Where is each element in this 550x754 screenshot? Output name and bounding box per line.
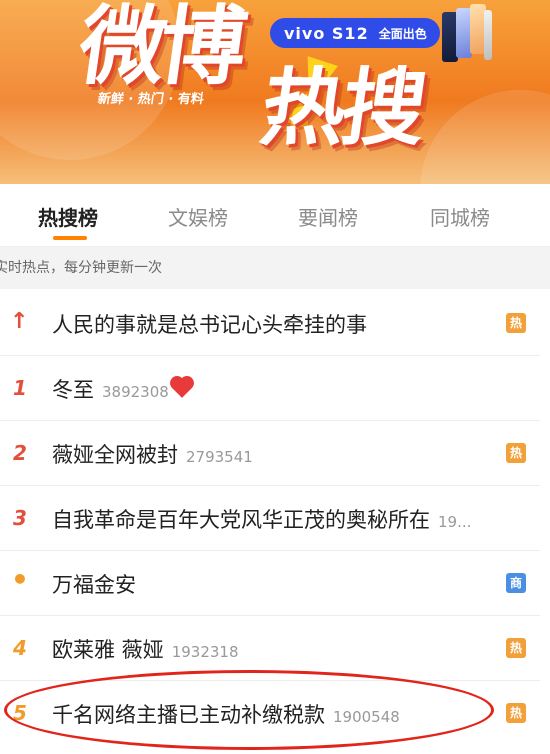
ad-banner[interactable]: vivo S12 全面出色 — [270, 18, 440, 48]
rank-number: 2 — [13, 441, 27, 465]
tab-entertainment[interactable]: 文娱榜 — [168, 202, 228, 231]
list-item[interactable]: 4 欧莱雅 薇娅 1932318 热 — [0, 616, 540, 681]
hot-badge: 热 — [506, 443, 526, 463]
heat-count: 3892308 — [102, 383, 169, 401]
phone-image — [484, 10, 492, 60]
tab-local[interactable]: 同城榜 — [430, 202, 490, 231]
banner-decoration — [420, 90, 550, 184]
heart-icon — [171, 378, 192, 398]
heat-count: 19... — [438, 513, 472, 531]
list-item[interactable]: 3 自我革命是百年大党风华正茂的奥秘所在 19... — [0, 486, 540, 551]
list-item[interactable]: 5 千名网络主播已主动补缴税款 1900548 热 — [0, 681, 540, 745]
hot-badge: 热 — [506, 638, 526, 658]
update-notice-text: 实时热点，每分钟更新一次 — [0, 260, 162, 276]
update-notice: 实时热点，每分钟更新一次 — [0, 247, 550, 289]
rank-number: 5 — [13, 701, 27, 725]
ad-badge: 商 — [506, 573, 526, 593]
ad-slogan: 全面出色 — [378, 26, 427, 41]
list-item[interactable]: 1 冬至 3892308 — [0, 356, 540, 421]
topic-title: 千名网络主播已主动补缴税款 1900548 — [52, 703, 400, 727]
hot-badge: 热 — [506, 313, 526, 333]
tab-news[interactable]: 要闻榜 — [298, 202, 358, 231]
banner-tagline: 新鲜 · 热门 · 有料 — [96, 92, 205, 107]
heat-count: 1900548 — [333, 708, 400, 726]
promoted-dot: • — [11, 563, 29, 596]
heat-count: 2793541 — [186, 448, 253, 466]
hot-badge: 热 — [506, 703, 526, 723]
tab-hot-search[interactable]: 热搜榜 — [38, 202, 98, 231]
rank-number: 4 — [13, 636, 27, 660]
topic-title: 薇娅全网被封 2793541 — [52, 443, 253, 467]
topic-title: 欧莱雅 薇娅 1932318 — [52, 638, 239, 662]
rank-number: 1 — [13, 376, 27, 400]
banner-hot-title: 热搜 — [255, 59, 429, 157]
list-item[interactable]: • 万福金安 商 — [0, 551, 540, 616]
ad-brand: vivo S12 — [284, 23, 369, 43]
weibo-hot-search-banner: 微博 新鲜 · 热门 · 有料 热搜 vivo S12 全面出色 — [0, 0, 550, 184]
list-item[interactable]: 2 薇娅全网被封 2793541 热 — [0, 421, 540, 486]
heat-count: 1932318 — [171, 643, 239, 661]
pin-up-arrow-icon: ↑ — [10, 309, 29, 334]
topic-title: 人民的事就是总书记心头牵挂的事 — [52, 313, 367, 337]
banner-brand-title: 微博 — [72, 0, 248, 97]
topic-title: 万福金安 — [52, 573, 136, 597]
list-item[interactable]: ↑ 人民的事就是总书记心头牵挂的事 热 — [0, 291, 540, 356]
topic-title: 自我革命是百年大党风华正茂的奥秘所在 19... — [52, 508, 472, 532]
active-tab-indicator — [53, 236, 87, 240]
rank-number: 3 — [13, 506, 27, 530]
phone-product-image — [440, 4, 492, 62]
ranking-tabs: 热搜榜 文娱榜 要闻榜 同城榜 — [0, 184, 550, 247]
topic-title: 冬至 3892308 — [52, 374, 192, 404]
